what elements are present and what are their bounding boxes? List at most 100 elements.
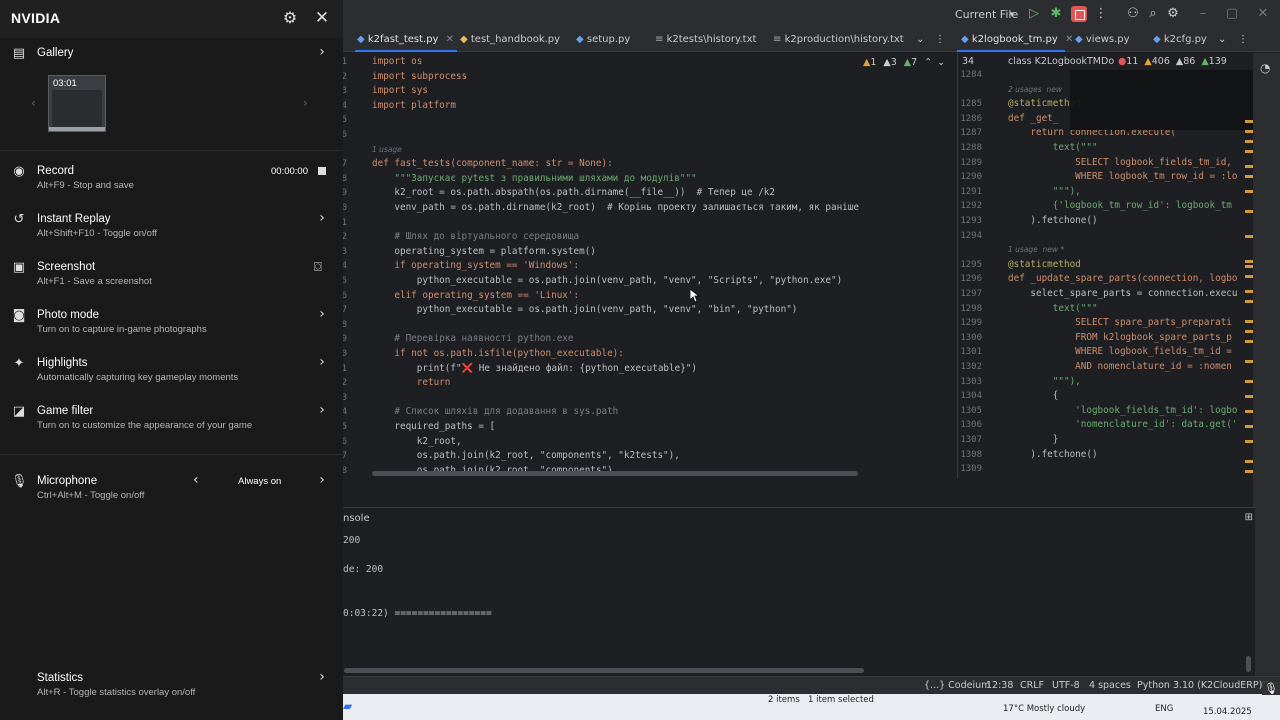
warning-marker[interactable] — [1245, 395, 1253, 398]
warning-marker[interactable] — [1245, 330, 1253, 333]
warning-marker[interactable] — [1245, 290, 1253, 293]
line-number[interactable]: 7 — [343, 157, 347, 172]
code-line[interactable]: 25 required_paths = [ — [343, 420, 955, 435]
chevron-left-icon[interactable]: ‹ — [193, 472, 199, 488]
debug-icon[interactable]: ✱ — [1048, 6, 1064, 22]
line-number[interactable]: 1292 — [958, 199, 982, 214]
line-number[interactable]: 1296 — [958, 272, 982, 287]
code-hint[interactable]: 1 usage new * — [958, 243, 1253, 258]
code-line[interactable]: 1291 """), — [958, 185, 1253, 200]
line-number[interactable]: 1 — [343, 55, 347, 70]
chevron-left-icon[interactable]: ‹ — [31, 96, 36, 110]
line-number[interactable]: 20 — [343, 347, 347, 362]
code-line[interactable]: 1304 { — [958, 389, 1253, 404]
code-line[interactable]: 20 if not os.path.isfile(python_executab… — [343, 347, 955, 362]
instant-replay-row[interactable]: ↺ Instant Replay Alt+Shift+F10 - Toggle … — [0, 208, 343, 244]
line-number[interactable]: 23 — [343, 391, 347, 406]
gallery-row[interactable]: ▤ Gallery › — [0, 42, 343, 66]
maximize-icon[interactable]: ▢ — [1224, 6, 1240, 22]
line-number[interactable]: 12 — [343, 230, 347, 245]
chevron-right-icon[interactable]: › — [316, 44, 328, 60]
warning-marker[interactable] — [1245, 165, 1253, 168]
code-line[interactable]: 6 — [343, 128, 955, 143]
close-tab-icon[interactable]: ✕ — [1065, 34, 1073, 45]
line-number[interactable]: 1285 — [958, 97, 982, 112]
line-number[interactable]: 2 — [343, 70, 347, 85]
line-number[interactable]: 1287 — [958, 126, 982, 141]
minimize-icon[interactable]: – — [1195, 6, 1211, 22]
line-number[interactable]: 1308 — [958, 448, 982, 463]
microphone-mode[interactable]: Always on — [238, 476, 281, 487]
code-line[interactable]: 15 python_executable = os.path.join(venv… — [343, 274, 955, 289]
line-number[interactable]: 1297 — [958, 287, 982, 302]
code-line[interactable]: 1299 SELECT spare_parts_preparati — [958, 316, 1253, 331]
tab-k2tests-history[interactable]: ≡ k2tests\history.txt — [655, 34, 756, 45]
tab-setup[interactable]: ◆ setup.py — [576, 34, 630, 45]
breadcrumb[interactable]: class K2LogbookTMDo — [1008, 56, 1114, 67]
taskbar-date[interactable]: 15.04.2025 — [1203, 707, 1252, 717]
vertical-scrollbar[interactable] — [1246, 656, 1251, 672]
code-line[interactable]: 23 — [343, 391, 955, 406]
game-filter-row[interactable]: ◪ Game filter Turn on to customize the a… — [0, 400, 343, 436]
code-line[interactable]: 1301 WHERE logbook_fields_tm_id = — [958, 345, 1253, 360]
line-number[interactable]: 5 — [343, 113, 347, 128]
app-icon[interactable]: ▰ — [343, 699, 352, 713]
code-line[interactable]: 1289 SELECT logbook_fields_tm_id, — [958, 156, 1253, 171]
code-line[interactable]: 1 import os — [343, 55, 955, 70]
indent-setting[interactable]: 4 spaces — [1089, 680, 1131, 691]
codeium-status[interactable]: {...} Codeium — [924, 680, 990, 691]
notifications-icon[interactable]: ◔ — [1260, 61, 1270, 75]
line-number[interactable]: 1302 — [958, 360, 982, 375]
expand-icon[interactable]: ⊞ — [1245, 512, 1253, 523]
code-line[interactable]: 18 — [343, 318, 955, 333]
line-number[interactable]: 28 — [343, 464, 347, 478]
code-line[interactable]: 5 — [343, 113, 955, 128]
chevron-right-icon[interactable]: › — [316, 472, 328, 488]
warning-marker[interactable] — [1245, 340, 1253, 343]
chevron-right-icon[interactable]: › — [316, 210, 328, 226]
line-number[interactable]: 1288 — [958, 141, 982, 156]
code-line[interactable]: 13 operating_system = platform.system() — [343, 245, 955, 260]
code-line[interactable]: 1296 def _update_spare_parts(connection, … — [958, 272, 1253, 287]
highlights-row[interactable]: ✦ Highlights Automatically capturing key… — [0, 352, 343, 388]
window-close-icon[interactable]: ✕ — [1255, 6, 1271, 22]
warning-marker[interactable] — [1245, 260, 1253, 263]
line-number[interactable]: 21 — [343, 362, 347, 377]
close-tab-icon[interactable]: ✕ — [446, 34, 454, 45]
line-number[interactable]: 1301 — [958, 345, 982, 360]
line-number[interactable]: 1300 — [958, 331, 982, 346]
add-user-icon[interactable]: ⚇ — [1125, 6, 1141, 22]
code-line[interactable]: 1297 select_spare_parts = connection.exe… — [958, 287, 1253, 302]
warning-marker[interactable] — [1245, 275, 1253, 278]
line-number[interactable]: 1303 — [958, 375, 982, 390]
stop-icon[interactable] — [1071, 6, 1087, 22]
weather-widget[interactable]: 17°C Mostly cloudy — [1003, 704, 1085, 714]
code-line[interactable]: 22 return — [343, 376, 955, 391]
line-number[interactable]: 11 — [343, 216, 347, 231]
gear-icon[interactable]: ⚙ — [281, 9, 299, 27]
code-line[interactable]: 4 import platform — [343, 99, 955, 114]
code-line[interactable]: 1293 ).fetchone() — [958, 214, 1253, 229]
line-number[interactable]: 16 — [343, 289, 347, 304]
line-number[interactable]: 13 — [343, 245, 347, 260]
line-number[interactable]: 1295 — [958, 258, 982, 273]
chevron-right-icon[interactable]: › — [316, 354, 328, 370]
line-number[interactable]: 15 — [343, 274, 347, 289]
line-number[interactable]: 1307 — [958, 433, 982, 448]
inspection-widget[interactable]: ●11 ▲406 ▲86 ▲139 — [1116, 56, 1227, 67]
code-line[interactable]: 1288 text(""" — [958, 141, 1253, 156]
line-number[interactable]: 3 — [343, 84, 347, 99]
code-line[interactable]: 1306 'nomenclature_id': data.get(' — [958, 418, 1253, 433]
code-line[interactable]: 17 python_executable = os.path.join(venv… — [343, 303, 955, 318]
run-console[interactable]: nsole ⊞ 200 de: 200 0:03:22) ===========… — [343, 507, 1255, 677]
warning-marker[interactable] — [1245, 140, 1253, 143]
code-line[interactable]: 1302 AND nomenclature_id = :nomen — [958, 360, 1253, 375]
line-number[interactable]: 1298 — [958, 302, 982, 317]
warning-marker[interactable] — [1245, 410, 1253, 413]
tab-k2production-history[interactable]: ≡ k2production\history.txt — [773, 34, 904, 45]
warning-marker[interactable] — [1245, 320, 1253, 323]
chevron-right-icon[interactable]: › — [316, 669, 328, 685]
chevron-right-icon[interactable]: › — [303, 96, 308, 110]
tabs-overflow-chevron-icon[interactable]: ⌄ — [1218, 34, 1226, 45]
tab-k2fast-test[interactable]: ◆ k2fast_test.py ✕ — [357, 34, 454, 45]
